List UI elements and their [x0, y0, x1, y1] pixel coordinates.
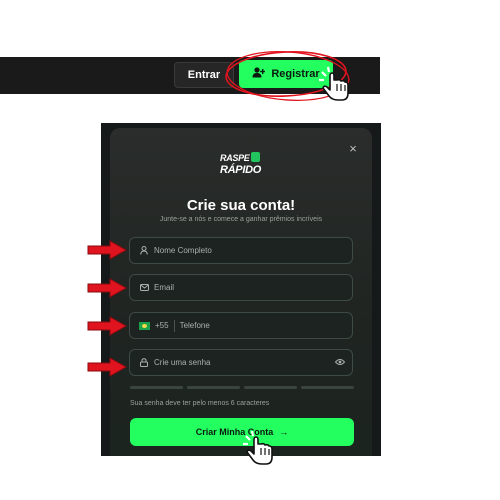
modal-title: Crie sua conta!	[186, 197, 296, 214]
red-arrow-icon	[87, 357, 128, 377]
mail-icon	[139, 283, 149, 293]
phone-field[interactable]: +55 Telefone	[129, 312, 353, 339]
logo-ticket-icon	[251, 152, 260, 162]
name-placeholder: Nome Completo	[154, 246, 212, 255]
phone-placeholder: Telefone	[179, 321, 210, 330]
strength-bar-3	[244, 386, 297, 389]
brazil-flag-icon	[139, 321, 150, 330]
modal-subtitle: Junte-se a nós e comece a ganhar prêmios…	[159, 216, 323, 223]
red-arrow-icon	[87, 278, 128, 298]
strength-bar-4	[301, 386, 354, 389]
email-field[interactable]: Email	[129, 274, 353, 301]
email-placeholder: Email	[154, 283, 175, 292]
phone-prefix: +55	[155, 321, 169, 330]
lock-icon	[139, 358, 149, 368]
logo-line-2: RÁPIDO	[220, 164, 261, 176]
red-arrow-icon	[87, 240, 128, 260]
phone-separator	[173, 319, 175, 332]
password-field[interactable]: Crie uma senha	[129, 349, 353, 376]
eye-icon[interactable]	[334, 358, 346, 368]
brand-logo: RASPE RÁPIDO	[220, 152, 266, 178]
red-arrow-icon	[87, 316, 128, 336]
strength-bar-2	[187, 386, 240, 389]
name-field[interactable]: Nome Completo	[129, 237, 353, 264]
strength-bar-1	[130, 386, 183, 389]
login-button-label: Entrar	[187, 69, 221, 81]
password-hint: Sua senha deve ter pelo menos 6 caracter…	[130, 400, 270, 407]
pointer-hand-icon	[319, 66, 349, 101]
arrow-right-icon: →	[279, 427, 289, 437]
user-icon	[139, 246, 149, 256]
close-icon[interactable]: ×	[347, 141, 359, 156]
pointer-hand-icon	[243, 430, 273, 465]
password-placeholder: Crie uma senha	[154, 358, 211, 367]
